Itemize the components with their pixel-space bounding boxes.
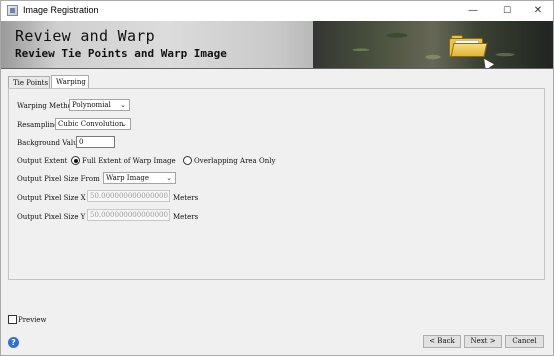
full-extent-radio[interactable] [71,156,80,165]
banner-subtitle: Review Tie Points and Warp Image [15,47,227,60]
output-pixel-size-from-dropdown[interactable]: Warp Image ⌄ [103,172,176,184]
minimize-button[interactable]: — [458,1,488,21]
overlapping-area-label[interactable]: Overlapping Area Only [194,157,275,165]
warping-panel [8,88,545,280]
pixel-size-y-input[interactable]: 50.000000000000000 [87,209,170,221]
output-pixel-size-y-label: Output Pixel Size Y [17,213,86,221]
output-pixel-size-from-label: Output Pixel Size From [17,175,100,183]
help-icon[interactable]: ? [8,337,19,348]
warping-method-dropdown[interactable]: Polynomial ⌄ [69,99,130,111]
wizard-banner: Review and Warp Review Tie Points and Wa… [1,21,553,69]
close-button[interactable]: ✕ [523,1,553,21]
overlapping-area-radio[interactable] [183,156,192,165]
pixel-size-x-input[interactable]: 50.000000000000000 [87,190,170,202]
chevron-down-icon: ⌄ [120,101,126,109]
pixel-size-x-unit: Meters [173,194,199,202]
maximize-button[interactable]: ☐ [492,1,522,21]
image-registration-window: Image Registration — ☐ ✕ Review and Warp… [0,0,554,356]
output-pixel-size-from-value: Warp Image [106,174,150,182]
resampling-dropdown[interactable]: Cubic Convolution ⌄ [55,118,131,130]
title-bar: Image Registration — ☐ ✕ [1,1,553,21]
back-button[interactable]: < Back [423,335,461,348]
chevron-down-icon: ⌄ [121,120,127,128]
background-value-input[interactable]: 0 [76,136,115,148]
output-extent-label: Output Extent [17,157,68,165]
preview-label[interactable]: Preview [18,316,47,324]
cancel-button[interactable]: Cancel [505,335,544,348]
image-registration-icon [7,5,18,16]
pixel-size-y-unit: Meters [173,213,199,221]
window-title: Image Registration [23,5,99,15]
warping-method-label: Warping Method [17,102,77,110]
chevron-down-icon: ⌄ [166,174,172,182]
tab-warping[interactable]: Warping [51,75,89,89]
resampling-value: Cubic Convolution [58,120,124,128]
background-value-label: Background Value [17,139,82,147]
output-pixel-size-x-label: Output Pixel Size X [17,194,86,202]
satellite-image-banner [313,21,553,68]
next-button[interactable]: Next > [464,335,502,348]
preview-checkbox[interactable] [8,315,17,324]
resampling-label: Resampling [17,121,59,129]
warping-method-value: Polynomial [72,101,111,109]
folder-icon [449,35,488,57]
banner-title: Review and Warp [15,27,155,45]
full-extent-label[interactable]: Full Extent of Warp Image [82,157,176,165]
